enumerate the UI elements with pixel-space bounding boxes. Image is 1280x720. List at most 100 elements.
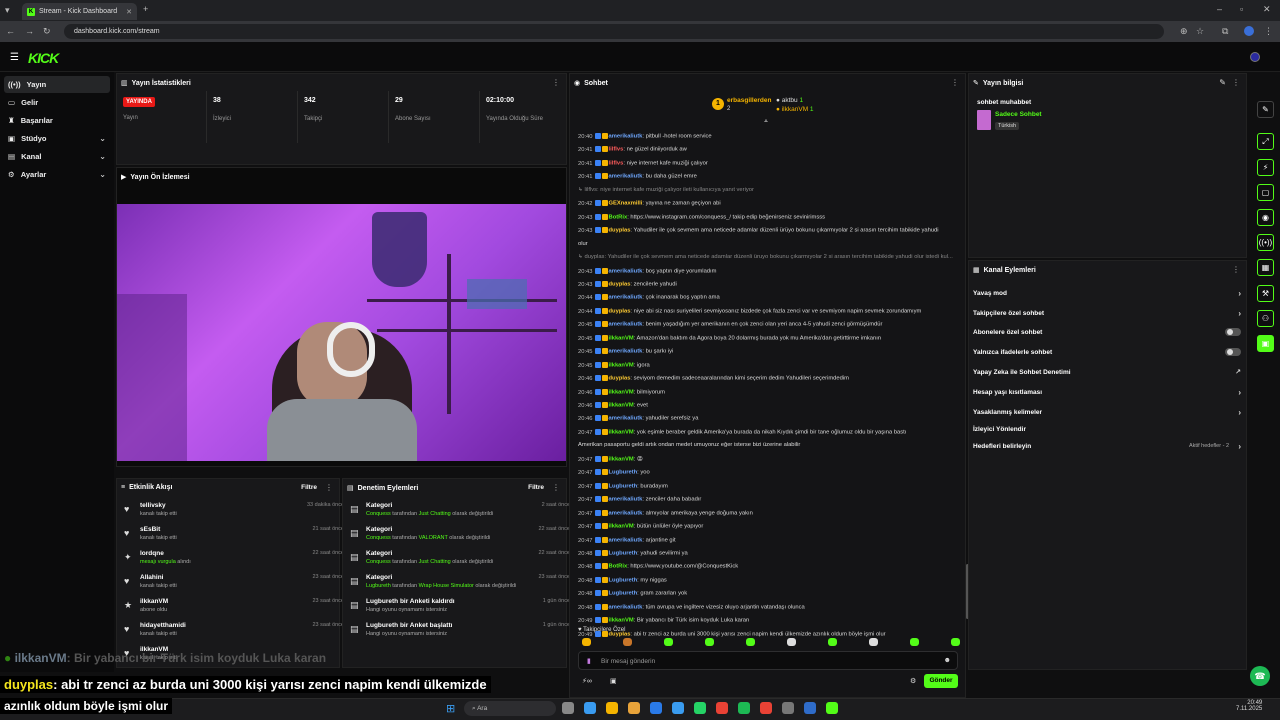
chat-message[interactable]: 20:41 amerikaliutk: bu daha güzel emre (578, 173, 958, 181)
chat-username[interactable]: amerikaliutk (609, 269, 643, 275)
channel-action-item[interactable]: İzleyici Yönlendir (973, 422, 1245, 436)
new-tab-icon[interactable]: + (143, 5, 148, 14)
chat-message[interactable]: 20:41 lilflvs: niye internet kafe muziği … (578, 160, 958, 168)
chat-message[interactable]: 20:47 amerikaliutk: almıyolar amerikaya y… (578, 510, 958, 518)
chat-message[interactable]: ↳ lilflvs: niye internet kafe muziği çal… (578, 187, 958, 194)
activity-row[interactable]: ♥ sEsBit kanalı takip etti 21 saat önce (122, 524, 346, 547)
taskbar-app-icon[interactable] (760, 702, 772, 714)
chat-tools-icon[interactable]: ⚡∞ (582, 677, 592, 685)
chat-message[interactable]: 20:47 ilkkanVM: 😡 (578, 456, 958, 464)
chat-username[interactable]: Lugbureth (609, 551, 638, 557)
chat-message[interactable]: 20:49 duyplas: abi tr zenci az burda uni … (578, 631, 958, 639)
emote-icon[interactable]: ☻ (944, 657, 951, 664)
emote-icon[interactable] (623, 638, 632, 646)
activity-username[interactable]: ilkkanVM (140, 598, 168, 605)
emote-icon[interactable] (746, 638, 755, 646)
chat-username[interactable]: ilkkanVM (609, 618, 634, 624)
moderation-target[interactable]: Just Chatting (419, 559, 451, 565)
chat-username[interactable]: ilkkanVM (609, 457, 634, 463)
taskbar-app-icon[interactable] (804, 702, 816, 714)
maximize-icon[interactable]: ▫ (1240, 5, 1243, 14)
sidebar-item-gelir[interactable]: ▭ Gelir (4, 94, 110, 111)
chat-username[interactable]: ilkkanVM (609, 363, 634, 369)
moderation-target[interactable]: VALORANT (419, 535, 448, 541)
chat-message[interactable]: 20:45 ilkkanVM: igora (578, 362, 958, 370)
activity-username[interactable]: Allahini (140, 574, 163, 581)
sidebar-item-kanal[interactable]: ▤ Kanal ⌄ (4, 148, 110, 165)
chat-username[interactable]: duyplas (609, 309, 631, 315)
emote-icon[interactable] (828, 638, 837, 646)
chat-message[interactable]: 20:47 amerikaliutk: arjantine git (578, 537, 958, 545)
panel-menu-icon[interactable]: ⋮ (552, 78, 560, 87)
stream-video-preview[interactable] (117, 204, 566, 461)
close-window-icon[interactable]: ✕ (1263, 5, 1271, 14)
chat-username[interactable]: amerikaliutk (609, 538, 643, 544)
activity-row[interactable]: ★ ilkkanVM abone oldu 23 saat önce (122, 596, 346, 619)
chat-icon[interactable]: ◉ (1257, 209, 1274, 226)
moderation-target[interactable]: Wrap House Simulator (419, 583, 474, 589)
toggle-switch[interactable] (1225, 348, 1241, 356)
category-name[interactable]: Sadece Sohbet (995, 111, 1042, 118)
chat-username[interactable]: amerikaliutk (609, 605, 643, 611)
taskbar-app-icon[interactable] (672, 702, 684, 714)
bookmark-star-icon[interactable]: ☆ (1196, 27, 1204, 36)
chat-username[interactable]: ilkkanVM (609, 524, 634, 530)
channel-action-item[interactable]: Yalnızca ifadelerle sohbet (973, 345, 1245, 359)
moderation-row[interactable]: ▤ Kategori Conquess tarafından Just Chatti… (348, 548, 572, 571)
moderation-row[interactable]: ▤ Kategori Lugbureth tarafından Wrap House… (348, 572, 572, 595)
sidebar-item-basarilar[interactable]: ♜ Başarılar (4, 112, 110, 129)
chat-message[interactable]: 20:45 amerikaliutk: benim yaşadığım yer a… (578, 321, 958, 329)
chat-username[interactable]: amerikaliutk (609, 295, 643, 301)
chat-username[interactable]: lilflvs (609, 147, 624, 153)
chat-username[interactable]: amerikaliutk (609, 416, 643, 422)
chat-message[interactable]: 20:43 BotRix: https://www.instagram.com/c… (578, 214, 958, 222)
toggle-switch[interactable] (1225, 328, 1241, 336)
activity-row[interactable]: ✦ lordqne mesajı vurgula alındı 22 saat önc… (122, 548, 346, 571)
chat-message[interactable]: 20:43 duyplas: zencilerle yahudi (578, 281, 958, 289)
edit-icon[interactable]: ✎ (1219, 78, 1226, 87)
taskbar-app-icon[interactable] (650, 702, 662, 714)
browser-tab[interactable]: K Stream - Kick Dashboard ✕ (22, 3, 137, 20)
chat-input[interactable]: ▮ Bir mesaj gönderin ☻ (578, 651, 958, 670)
expand-icon[interactable]: ⤢ (1257, 133, 1274, 150)
moderation-row[interactable]: ▤ Lugbureth bir Anket başlattı Hangi oyunu… (348, 620, 572, 643)
chat-username[interactable]: lilflvs (609, 161, 624, 167)
chat-message[interactable]: 20:48 Lugbureth: my niggas (578, 577, 958, 585)
emoji-picker-icon[interactable]: ▮ (587, 657, 591, 665)
panel-menu-icon[interactable]: ⋮ (951, 78, 959, 87)
chat-message[interactable]: 20:43 duyplas: Yahudiler ile çok sevmem a… (578, 227, 958, 235)
activity-row[interactable]: ♥ hidayetthamidi kanalı takip etti 23 saat … (122, 620, 346, 643)
taskbar-app-icon[interactable] (738, 702, 750, 714)
chat-message[interactable]: 20:47 Lugbureth: buradayım (578, 483, 958, 491)
channel-action-item[interactable]: Yasaklanmış kelimeler › (973, 405, 1245, 419)
channel-action-item[interactable]: Takipçilere özel sohbet › (973, 306, 1245, 320)
taskbar-search[interactable]: ⌕ Ara (464, 701, 556, 716)
chat-message[interactable]: 20:47 amerikaliutk: zenciler daha babadır (578, 496, 958, 504)
taskbar-app-icon[interactable] (606, 702, 618, 714)
chat-username[interactable]: GEXnaxmilli (609, 201, 643, 207)
minimize-icon[interactable]: – (1217, 5, 1222, 14)
moderation-row[interactable]: ▤ Kategori Conquess tarafından VALORANT ol… (348, 524, 572, 547)
channel-action-item[interactable]: Abonelere özel sohbet (973, 325, 1245, 339)
taskbar-app-icon[interactable] (694, 702, 706, 714)
collapse-chevron-icon[interactable]: ⩡ (764, 118, 768, 126)
taskbar-app-icon[interactable] (584, 702, 596, 714)
users-icon[interactable]: ⚇ (1257, 310, 1274, 327)
sidebar-item-studyo[interactable]: ▣ Stüdyo ⌄ (4, 130, 110, 147)
moderation-row[interactable]: ▤ Kategori Conquess tarafından Just Chatti… (348, 500, 572, 523)
copy-icon[interactable]: ▢ (1257, 184, 1274, 201)
leaderboard-entry[interactable]: ● aktbu 1 (776, 97, 803, 104)
chat-message[interactable]: 20:48 Lugbureth: yahudi sevilirmi ya (578, 550, 958, 558)
chat-message[interactable]: 20:45 amerikaliutk: bu şarkı iyi (578, 348, 958, 356)
chat-settings-icon[interactable]: ⚙ (910, 677, 916, 685)
help-chat-button[interactable]: ☎ (1250, 666, 1270, 686)
chat-message[interactable]: 20:49 ilkkanVM: Bir yabancı bir Türk isim… (578, 617, 958, 625)
chat-message[interactable]: 20:40 amerikaliutk: pitbull -hotel room s… (578, 133, 958, 141)
channel-action-item[interactable]: Hesap yaşı kısıtlaması › (973, 385, 1245, 399)
chat-pin-icon[interactable]: ▣ (610, 677, 617, 685)
chat-message[interactable]: 20:45 ilkkanVM: Amazon'dan baktım da Agor… (578, 335, 958, 343)
url-field[interactable]: dashboard.kick.com/stream (64, 24, 1164, 39)
chat-message[interactable]: 20:46 ilkkanVM: bilmiyorum (578, 389, 958, 397)
activity-username[interactable]: lordqne (140, 550, 164, 557)
bolt-icon[interactable]: ⚡ (1257, 159, 1274, 176)
